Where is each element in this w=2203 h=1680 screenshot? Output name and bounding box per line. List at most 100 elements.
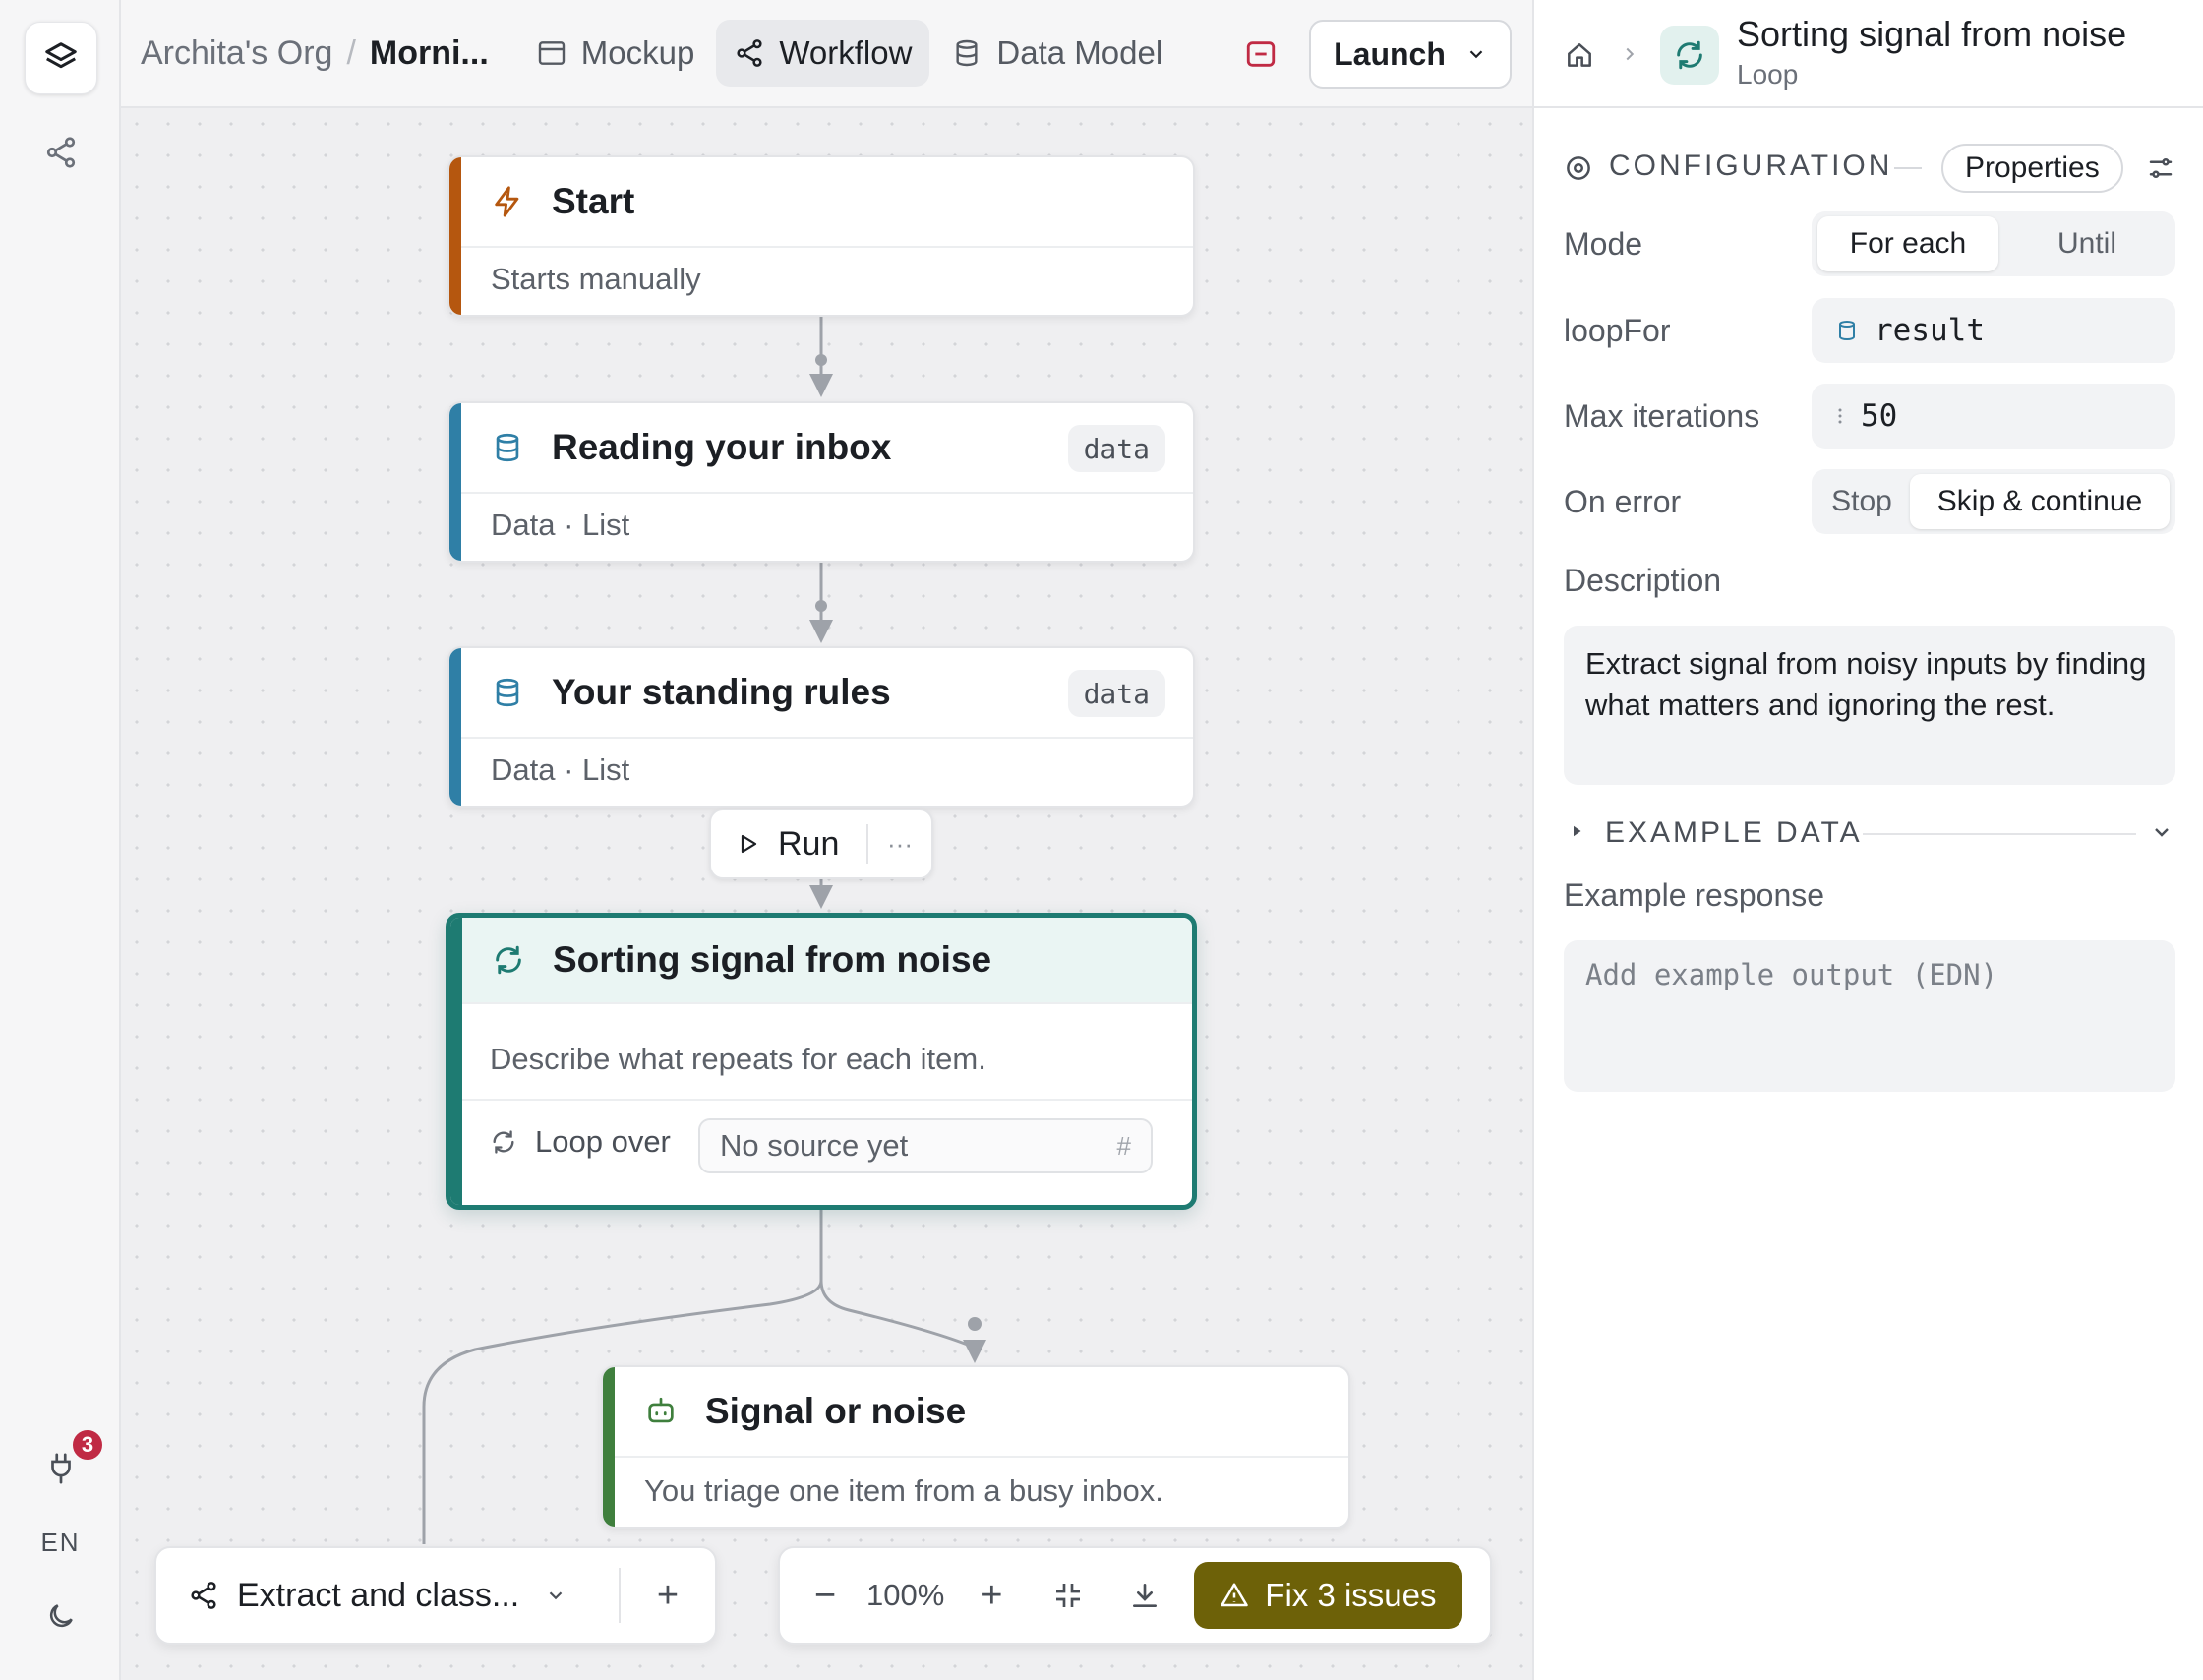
node-sorting-signal-loop[interactable]: Sorting signal from noise Describe what … [446,913,1197,1210]
language-switch[interactable]: EN [0,1528,121,1558]
node-subtitle: Starts manually [491,262,701,296]
loop-icon [1677,40,1702,70]
panel-title: Sorting signal from noise [1737,14,2127,54]
run-popover: Run ··· [709,809,933,879]
loopfor-label: loopFor [1564,313,1671,348]
drag-handle-icon [1838,408,1842,424]
example-response-label: Example response [1564,877,1825,913]
theme-toggle[interactable] [25,1580,97,1652]
node-accent-bar [603,1367,615,1527]
node-subtitle: Data · List [491,752,630,787]
tab-mockup[interactable]: Mockup [518,20,713,87]
hash-icon: # [1116,1130,1131,1161]
lightning-icon [495,186,519,217]
max-iterations-value: 50 [1861,398,1898,434]
configuration-title: CONFIGURATION [1609,150,1893,182]
fit-view-icon[interactable] [1052,1580,1084,1611]
moon-icon [49,1604,73,1628]
flow-selector: Extract and class... + [154,1546,717,1645]
node-title: Start [552,181,635,221]
divider [1894,167,1922,169]
tab-label: Data Model [996,34,1163,71]
zoom-in-button[interactable]: + [974,1575,1009,1617]
breadcrumb-org[interactable]: Archita's Org [141,34,332,73]
workflow-canvas[interactable]: Start Starts manually Reading your inbox… [121,108,1532,1680]
properties-tab[interactable]: Properties [1941,144,2123,193]
description-textarea[interactable]: Extract signal from noisy inputs by find… [1564,626,2175,785]
caret-right-icon[interactable] [1568,822,1585,840]
breadcrumb-project[interactable]: Morni... [370,34,489,73]
tab-label: Workflow [779,34,913,71]
layers-button[interactable] [25,22,97,94]
robot-icon [648,1397,674,1423]
mode-segmented-control: For each Until [1812,211,2175,276]
loop-source-field[interactable]: No source yet # [698,1118,1153,1173]
workflow-nav-button[interactable] [25,116,97,189]
panel-subtitle: Loop [1737,59,1799,90]
node-accent-bar [449,157,461,315]
loop-over-label: Loop over [535,1124,671,1159]
example-response-input[interactable]: Add example output (EDN) [1564,940,2175,1092]
fix-issues-button[interactable]: Fix 3 issues [1194,1562,1462,1629]
max-iterations-label: Max iterations [1564,398,1760,434]
node-start[interactable]: Start Starts manually [447,155,1195,317]
zoom-out-button[interactable]: − [807,1575,843,1617]
window-icon [538,41,565,65]
issues-badge: 3 [71,1428,104,1462]
home-icon[interactable] [1564,39,1595,71]
mode-option-for-each[interactable]: For each [1817,216,1998,271]
node-type-tag: data [1067,670,1165,717]
chevron-down-icon[interactable] [2150,820,2173,844]
node-title: Reading your inbox [552,427,892,467]
chevron-down-icon [549,1591,563,1600]
run-label: Run [778,824,840,863]
layers-icon [45,42,77,69]
sliders-icon[interactable] [2146,153,2175,183]
node-title: Sorting signal from noise [553,939,992,980]
on-error-segmented-control: Stop Skip & continue [1812,469,2175,534]
node-signal-or-noise[interactable]: Signal or noise You triage one item from… [601,1365,1350,1529]
fix-issues-label: Fix 3 issues [1265,1577,1437,1613]
tab-workflow[interactable]: Workflow [716,20,930,87]
loop-node-badge [1660,26,1719,85]
node-type-tag: data [1067,425,1165,472]
chevron-down-icon [1469,50,1483,59]
node-reading-inbox[interactable]: Reading your inbox data Data · List [447,401,1195,563]
zoom-toolbar: − 100% + Fix 3 issues [778,1546,1492,1645]
divider [462,1099,1192,1101]
loopfor-field[interactable]: result [1812,298,2175,363]
max-iterations-field[interactable]: 50 [1812,384,2175,449]
node-standing-rules[interactable]: Your standing rules data Data · List [447,646,1195,808]
database-icon [1839,321,1855,341]
zoom-level: 100% [866,1578,945,1612]
play-icon [741,834,757,854]
plug-icon [51,1453,71,1484]
download-icon[interactable] [1129,1580,1161,1611]
mode-label: Mode [1564,226,1643,262]
launch-button[interactable]: Launch [1309,20,1512,89]
share-nodes-icon [46,137,76,168]
description-label: Description [1564,563,1722,598]
more-button[interactable]: ··· [868,829,931,860]
add-flow-button[interactable]: + [621,1575,715,1617]
flow-dropdown[interactable]: Extract and class... [156,1577,619,1615]
launch-label: Launch [1334,35,1446,72]
left-rail: 3 EN [0,0,121,1680]
on-error-option-stop[interactable]: Stop [1817,474,1906,529]
divider [1863,833,2136,835]
share-nodes-icon [737,39,762,67]
node-accent-bar [449,648,461,806]
on-error-option-skip[interactable]: Skip & continue [1910,474,2170,529]
target-icon [1567,156,1590,180]
loop-icon [496,945,521,975]
node-accent-bar [450,918,462,1205]
run-button[interactable]: Run [711,810,866,877]
edge-loop-branch [819,1210,976,1350]
properties-panel: Sorting signal from noise Loop CONFIGURA… [1532,0,2203,1680]
minimize-button[interactable] [1244,37,1278,76]
node-description: Describe what repeats for each item. [490,1042,986,1076]
tab-data-model[interactable]: Data Model [933,20,1180,87]
example-data-title[interactable]: EXAMPLE DATA [1605,816,1863,850]
database-icon [496,433,519,462]
mode-option-until[interactable]: Until [2004,216,2170,271]
